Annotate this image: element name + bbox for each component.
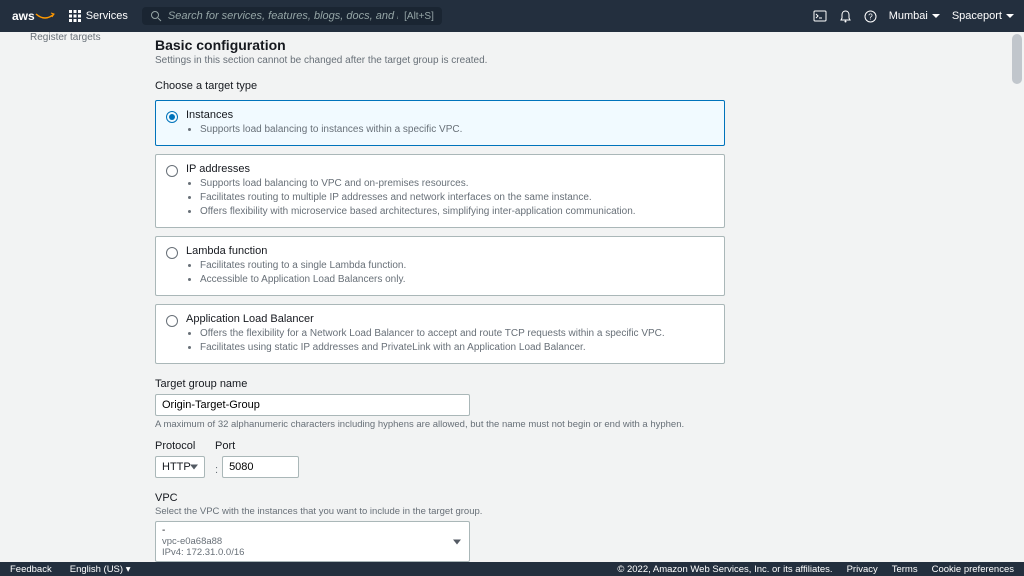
radio-indicator — [166, 165, 178, 177]
tg-name-label: Target group name — [155, 378, 725, 390]
search-input[interactable] — [168, 10, 398, 22]
colon: : — [215, 464, 218, 476]
radio-bullet: Supports load balancing to VPC and on-pr… — [200, 177, 714, 191]
top-nav: aws Services [Alt+S] ? Mumbai Spaceport — [0, 0, 1024, 32]
search-hint: [Alt+S] — [404, 11, 434, 22]
account-selector[interactable]: Spaceport — [952, 10, 1014, 22]
vpc-hint: Select the VPC with the instances that y… — [155, 506, 725, 517]
footer-terms[interactable]: Terms — [892, 564, 918, 575]
chevron-down-icon — [1006, 14, 1014, 19]
vpc-select[interactable]: - vpc-e0a68a88 IPv4: 172.31.0.0/16 — [155, 521, 470, 562]
tg-name-hint: A maximum of 32 alphanumeric characters … — [155, 419, 725, 430]
footer-privacy[interactable]: Privacy — [847, 564, 878, 575]
radio-title: Application Load Balancer — [186, 313, 714, 325]
radio-indicator — [166, 247, 178, 259]
page-scroll: Register targets Basic configuration Set… — [0, 32, 1024, 562]
radio-bullet: Facilitates using static IP addresses an… — [200, 341, 714, 355]
aws-logo-text: aws — [12, 9, 35, 23]
chevron-down-icon — [932, 14, 940, 19]
radio-title: IP addresses — [186, 163, 714, 175]
target-type-label: Choose a target type — [155, 80, 725, 92]
footer: Feedback English (US) ▾ © 2022, Amazon W… — [0, 562, 1024, 576]
footer-language[interactable]: English (US) ▾ — [70, 564, 131, 575]
search-box[interactable]: [Alt+S] — [142, 7, 442, 25]
vpc-cidr: IPv4: 172.31.0.0/16 — [162, 547, 445, 558]
radio-bullet: Facilitates routing to a single Lambda f… — [200, 259, 714, 273]
protocol-select[interactable]: HTTP — [155, 456, 205, 478]
aws-smile-icon — [35, 10, 55, 22]
radio-indicator — [166, 111, 178, 123]
radio-bullet: Supports load balancing to instances wit… — [200, 123, 714, 137]
port-label: Port — [215, 440, 299, 452]
target-type-alb[interactable]: Application Load Balancer Offers the fle… — [155, 304, 725, 364]
radio-title: Instances — [186, 109, 714, 121]
section-desc: Settings in this section cannot be chang… — [155, 55, 725, 66]
grid-icon — [69, 10, 81, 22]
footer-cookie[interactable]: Cookie preferences — [932, 564, 1014, 575]
vpc-dash: - — [162, 525, 445, 536]
nav-right: ? Mumbai Spaceport — [813, 9, 1014, 23]
port-input[interactable] — [222, 456, 299, 478]
footer-feedback[interactable]: Feedback — [10, 564, 52, 575]
vpc-id: vpc-e0a68a88 — [162, 536, 445, 547]
target-type-ip-addresses[interactable]: IP addresses Supports load balancing to … — [155, 154, 725, 228]
target-type-instances[interactable]: Instances Supports load balancing to ins… — [155, 100, 725, 146]
vpc-label: VPC — [155, 492, 725, 504]
svg-text:?: ? — [868, 12, 873, 21]
radio-bullet: Offers flexibility with microservice bas… — [200, 205, 714, 219]
region-selector[interactable]: Mumbai — [889, 10, 940, 22]
tg-name-input[interactable] — [155, 394, 470, 416]
radio-bullet: Accessible to Application Load Balancers… — [200, 273, 714, 287]
services-label: Services — [86, 10, 128, 22]
radio-bullet: Offers the flexibility for a Network Loa… — [200, 327, 714, 341]
help-icon[interactable]: ? — [864, 10, 877, 23]
target-type-lambda[interactable]: Lambda function Facilitates routing to a… — [155, 236, 725, 296]
radio-bullet: Facilitates routing to multiple IP addre… — [200, 191, 714, 205]
radio-title: Lambda function — [186, 245, 714, 257]
protocol-label: Protocol — [155, 440, 205, 452]
section-title: Basic configuration — [155, 37, 725, 53]
footer-copyright: © 2022, Amazon Web Services, Inc. or its… — [617, 564, 832, 575]
search-icon — [150, 10, 162, 22]
bell-icon[interactable] — [839, 10, 852, 23]
cloudshell-icon[interactable] — [813, 9, 827, 23]
sidebar-fragment: Register targets — [30, 32, 101, 43]
main-content: Basic configuration Settings in this sec… — [140, 32, 740, 562]
services-button[interactable]: Services — [63, 10, 134, 22]
aws-logo[interactable]: aws — [10, 9, 55, 23]
radio-indicator — [166, 315, 178, 327]
